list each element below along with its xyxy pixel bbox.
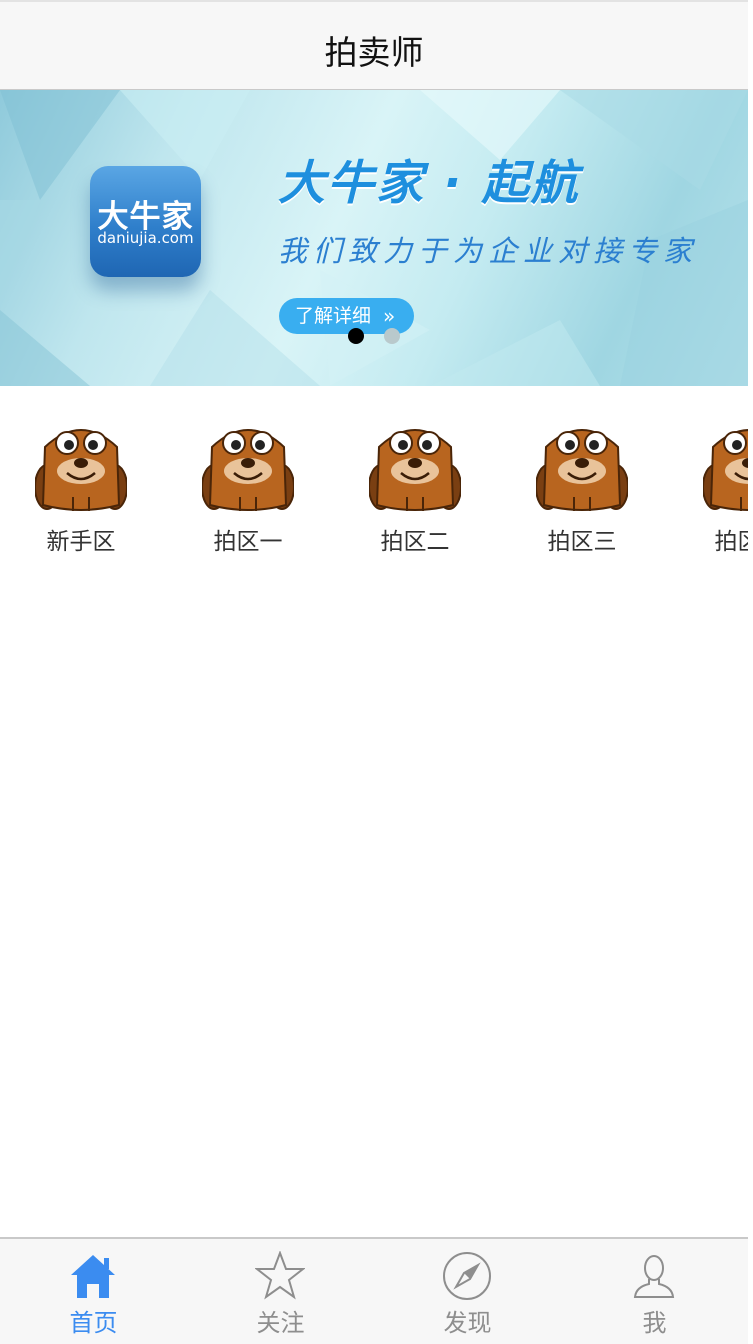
- tab-label: 我: [642, 1309, 667, 1337]
- right-edge: [748, 0, 753, 1342]
- app-logo-domain: daniujia.com: [97, 229, 194, 247]
- bear-avatar-icon: [35, 429, 127, 511]
- category-label: 拍区四: [714, 529, 749, 555]
- category-label: 新手区: [46, 529, 116, 555]
- carousel-dot-1[interactable]: [348, 328, 364, 344]
- home-icon: [71, 1255, 115, 1298]
- carousel-dot-2[interactable]: [384, 328, 400, 344]
- nav-header: 拍卖师: [0, 2, 748, 90]
- category-label: 拍区二: [380, 529, 450, 555]
- compass-icon: [443, 1252, 491, 1300]
- tab-discover[interactable]: 发现: [374, 1239, 561, 1344]
- category-item-zone-2[interactable]: 拍区二: [355, 387, 475, 567]
- category-item-zone-1[interactable]: 拍区一: [188, 387, 308, 567]
- bottom-tab-bar: 首页 关注 发现 我: [0, 1237, 748, 1344]
- category-label: 拍区三: [547, 529, 617, 555]
- bear-avatar-icon: [202, 429, 294, 511]
- app-logo: 大牛家 daniujia.com: [90, 166, 201, 277]
- bear-avatar-icon: [703, 429, 748, 511]
- tab-follow[interactable]: 关注: [187, 1239, 374, 1344]
- category-item-zone-3[interactable]: 拍区三: [522, 387, 642, 567]
- bear-avatar-icon: [536, 429, 628, 511]
- tab-me[interactable]: 我: [561, 1239, 748, 1344]
- star-icon: [255, 1251, 305, 1300]
- page-title: 拍卖师: [324, 33, 424, 72]
- tab-label: 首页: [69, 1309, 118, 1337]
- banner-slogan: 我们致力于为企业对接专家: [278, 234, 699, 268]
- banner-carousel[interactable]: 大牛家 daniujia.com 大牛家 · 起航 我们致力于为企业对接专家 了…: [0, 90, 748, 386]
- category-scroller[interactable]: 新手区 拍区一 拍区二 拍区三 拍: [0, 387, 748, 567]
- tab-label: 发现: [443, 1309, 492, 1337]
- category-label: 拍区一: [213, 529, 283, 555]
- tab-label: 关注: [256, 1309, 305, 1337]
- category-item-newbie[interactable]: 新手区: [21, 387, 141, 567]
- user-icon: [633, 1255, 675, 1298]
- category-item-zone-4[interactable]: 拍区四: [689, 387, 748, 567]
- banner-headline: 大牛家 · 起航: [278, 156, 580, 211]
- tab-home[interactable]: 首页: [0, 1239, 187, 1344]
- bear-avatar-icon: [369, 429, 461, 511]
